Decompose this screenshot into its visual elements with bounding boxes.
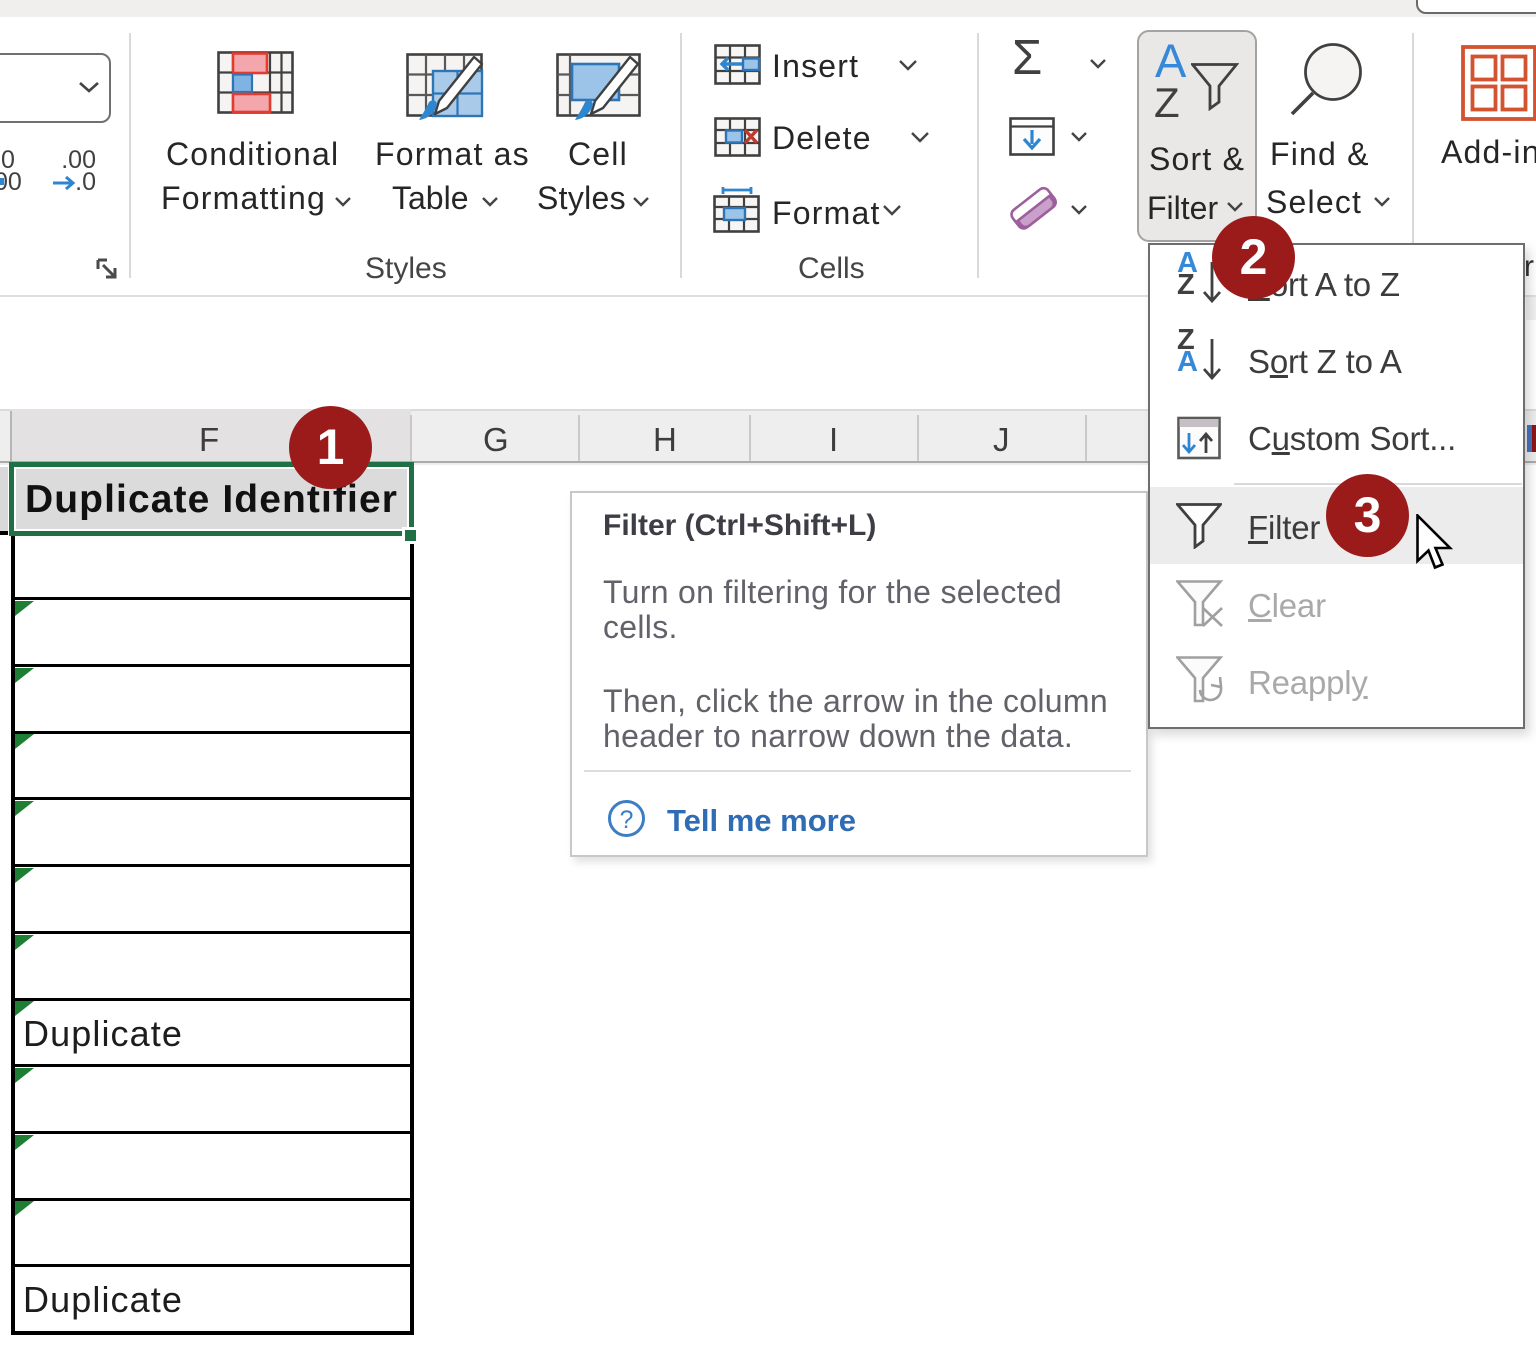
svg-text:?: ? (620, 806, 634, 834)
